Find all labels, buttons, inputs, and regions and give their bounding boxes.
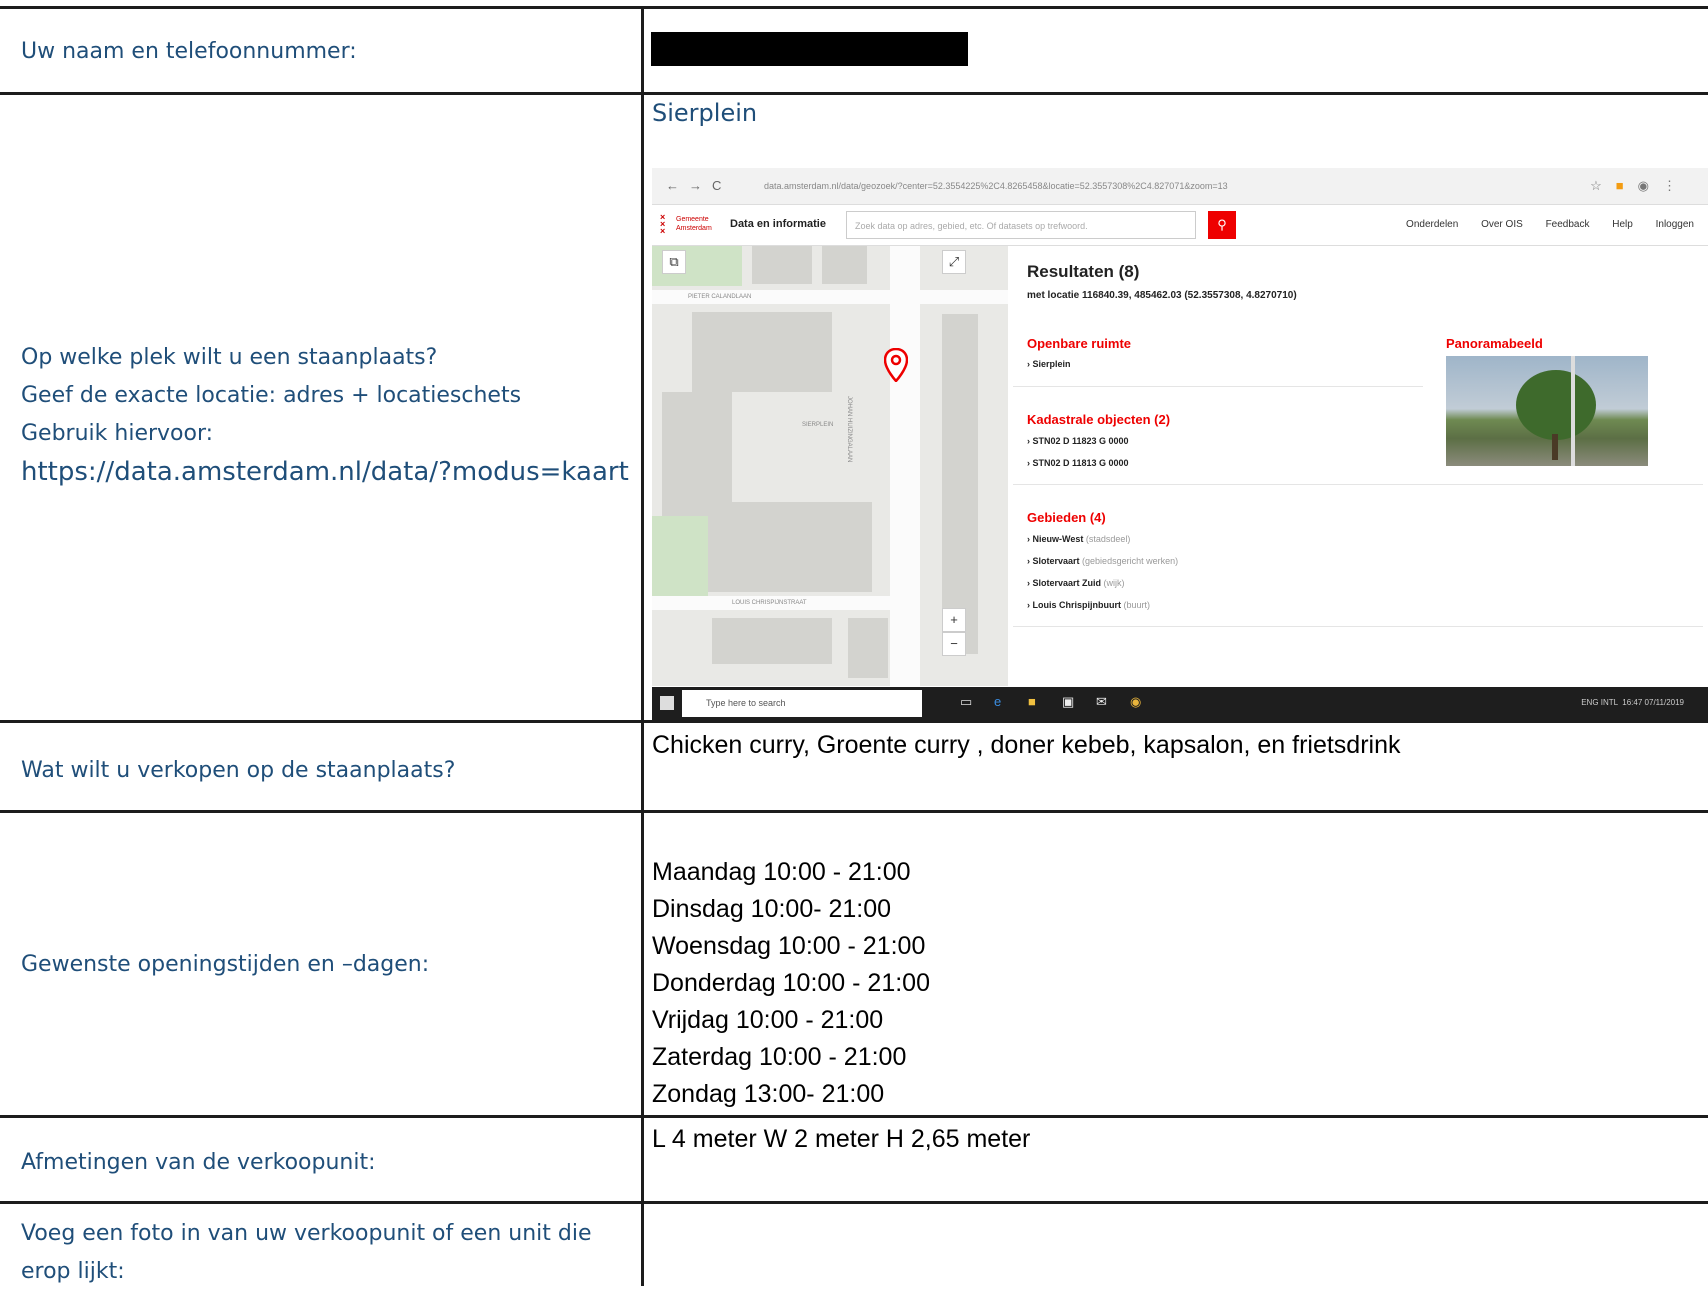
results-panel: Resultaten (8) met locatie 116840.39, 48…	[1009, 246, 1708, 686]
answer-location: Sierplein	[652, 99, 758, 127]
divider	[1013, 626, 1703, 627]
label-products: Wat wilt u verkopen op de staanplaats?	[21, 758, 456, 783]
panorama-image	[1446, 356, 1648, 466]
row-border	[0, 720, 1708, 723]
menu-item: Onderdelen	[1406, 219, 1459, 230]
browser-icons: ☆■◉⋮	[1590, 178, 1690, 193]
section-openbare-ruimte: Openbare ruimte	[1027, 336, 1132, 351]
row-border	[0, 1115, 1708, 1118]
result-item: › Louis Chrispijnbuurt (buurt)	[1027, 600, 1151, 610]
result-item: › STN02 D 11823 G 0000	[1027, 436, 1129, 446]
label-opening-hours: Gewenste openingstijden en –dagen:	[21, 952, 430, 977]
panorama-trunk	[1552, 434, 1558, 460]
answer-dimensions: L 4 meter W 2 meter H 2,65 meter	[652, 1125, 1031, 1153]
hours-line: Woensdag 10:00 - 21:00	[652, 932, 926, 960]
hours-line: Vrijdag 10:00 - 21:00	[652, 1006, 884, 1034]
app-menu: Onderdelen Over OIS Feedback Help Inlogg…	[1386, 219, 1694, 230]
panorama-tree	[1516, 370, 1596, 440]
logo-text: Gemeente Amsterdam	[676, 216, 712, 232]
panorama-pole	[1571, 356, 1575, 466]
task-view-icon: ▭	[960, 694, 973, 709]
results-location: met locatie 116840.39, 485462.03 (52.355…	[1027, 290, 1297, 301]
row-border	[0, 810, 1708, 813]
map-building	[942, 314, 978, 654]
store-icon: ▣	[1062, 694, 1075, 709]
results-title: Resultaten (8)	[1027, 262, 1140, 281]
system-tray: ENG INTL 16:47 07/11/2019	[1581, 698, 1684, 707]
hours-line: Zaterdag 10:00 - 21:00	[652, 1043, 907, 1071]
hours-line: Dinsdag 10:00- 21:00	[652, 895, 892, 923]
map-building	[692, 312, 832, 392]
result-item: › Slotervaart Zuid (wijk)	[1027, 578, 1125, 588]
amsterdam-logo-icon: × × ×	[660, 212, 666, 236]
browser-address: data.amsterdam.nl/data/geozoek/?center=5…	[764, 181, 1228, 191]
windows-start-icon	[660, 696, 674, 710]
label-dimensions: Afmetingen van de verkoopunit:	[21, 1150, 376, 1175]
divider	[1013, 386, 1423, 387]
chrome-icon: ◉	[1130, 694, 1142, 709]
menu-item: Inloggen	[1655, 219, 1694, 230]
row-border	[0, 92, 1708, 95]
label-name-phone: Uw naam en telefoonnummer:	[21, 39, 357, 64]
column-border	[641, 8, 644, 1286]
street-label: SIERPLEIN	[802, 422, 834, 428]
map-building	[712, 618, 832, 664]
browser-toolbar: ←→C data.amsterdam.nl/data/geozoek/?cent…	[652, 168, 1708, 205]
hours-line: Zondag 13:00- 21:00	[652, 1080, 885, 1108]
row-border-top	[0, 6, 1708, 9]
street-label: PIETER CALANDLAAN	[688, 294, 752, 300]
app-search-input: Zoek data op adres, gebied, etc. Of data…	[846, 211, 1196, 239]
redacted-name-phone	[651, 32, 968, 66]
label-location-line-3: Gebruik hiervoor:	[21, 421, 214, 446]
map-building	[848, 618, 888, 678]
label-location-line-2: Geef de exacte locatie: adres + locaties…	[21, 383, 522, 408]
zoom-out-icon: −	[942, 632, 966, 656]
app-title: Data en informatie	[730, 218, 826, 230]
section-gebieden: Gebieden (4)	[1027, 510, 1106, 525]
location-screenshot: ←→C data.amsterdam.nl/data/geozoek/?cent…	[652, 168, 1708, 720]
section-kadastrale: Kadastrale objecten (2)	[1027, 412, 1171, 427]
fullscreen-icon: ⤢	[942, 250, 966, 274]
result-item: › STN02 D 11813 G 0000	[1027, 458, 1129, 468]
search-icon: ⚲	[1208, 211, 1236, 239]
edge-icon: e	[994, 694, 1002, 709]
taskbar-search: Type here to search	[682, 690, 922, 717]
label-location: Op welke plek wilt u een staanplaats? Ge…	[21, 339, 629, 491]
app-header: × × × Gemeente Amsterdam Data en informati…	[652, 205, 1708, 246]
map-road	[890, 246, 920, 686]
kaart-url-link[interactable]: https://data.amsterdam.nl/data/?modus=ka…	[21, 453, 629, 491]
hours-line: Maandag 10:00 - 21:00	[652, 858, 911, 886]
row-border	[0, 1201, 1708, 1204]
opening-hours-list: Maandag 10:00 - 21:00 Dinsdag 10:00- 21:…	[652, 854, 930, 1113]
map-building	[732, 502, 872, 592]
file-explorer-icon: ■	[1028, 694, 1036, 709]
map-layers-icon: ⧉	[662, 250, 686, 274]
map-green	[652, 516, 708, 596]
answer-products: Chicken curry, Groente curry , doner keb…	[652, 731, 1401, 759]
result-item: › Slotervaart (gebiedsgericht werken)	[1027, 556, 1179, 566]
label-location-line-1: Op welke plek wilt u een staanplaats?	[21, 345, 438, 370]
hours-line: Donderdag 10:00 - 21:00	[652, 969, 930, 997]
menu-item: Help	[1612, 219, 1633, 230]
windows-taskbar: Type here to search ▭ e ■ ▣ ✉ ◉ ENG INTL…	[652, 687, 1708, 720]
result-item: › Nieuw-West (stadsdeel)	[1027, 534, 1131, 544]
map-building	[822, 246, 867, 284]
section-panorama: Panoramabeeld	[1446, 336, 1543, 351]
label-photo: Voeg een foto in van uw verkoopunit of e…	[21, 1221, 592, 1284]
street-label: LOUIS CHRISPIJNSTRAAT	[732, 600, 807, 606]
result-item: › Sierplein	[1027, 359, 1071, 369]
street-label: JOHAN HUIZINGALAAN	[846, 396, 852, 463]
browser-nav-icons: ←→C	[666, 178, 732, 193]
map-view: PIETER CALANDLAAN SIERPLEIN LOUIS CHRISP…	[652, 246, 1008, 686]
location-pin-icon	[884, 348, 908, 382]
menu-item: Feedback	[1545, 219, 1590, 230]
map-building	[752, 246, 812, 284]
mail-icon: ✉	[1096, 694, 1107, 709]
zoom-in-icon: +	[942, 608, 966, 632]
divider	[1013, 484, 1703, 485]
menu-item: Over OIS	[1481, 219, 1523, 230]
